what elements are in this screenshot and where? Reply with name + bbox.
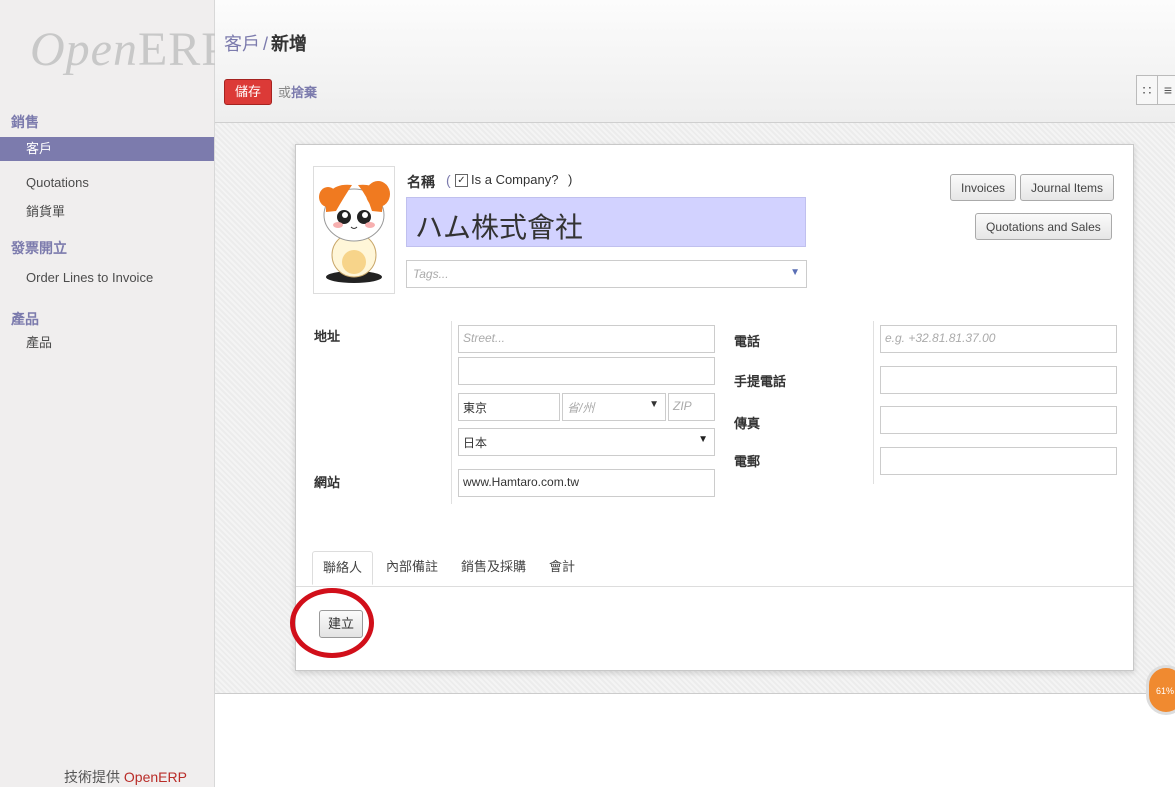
tab-contacts[interactable]: 聯絡人: [312, 551, 374, 585]
sidebar-item-customers[interactable]: 客戶: [0, 137, 214, 161]
kanban-view-button[interactable]: ∷: [1136, 75, 1158, 105]
logo-open-text: Open: [30, 23, 138, 76]
avatar-hamster-image: [319, 181, 390, 283]
right-column-divider: [873, 321, 874, 484]
journal-items-button[interactable]: Journal Items: [1020, 174, 1115, 201]
chevron-down-icon: ▼: [790, 267, 800, 278]
fax-label: 傳真: [734, 416, 761, 431]
sidebar: OpenERP 銷售 客戶 Quotations 銷貨單 發票開立 Order …: [0, 0, 228, 787]
save-button[interactable]: 儲存: [224, 79, 273, 105]
form-sheet: 名稱 ( ✓ Is a Company? ) ハム株式會社 Tags... ▼ …: [290, 144, 1134, 671]
quotations-and-sales-button[interactable]: Quotations and Sales: [975, 213, 1112, 240]
sidebar-section-sales: 銷售: [11, 114, 39, 130]
header: 客戶 / 新增 儲存 或 捨棄 ∷ ≡: [215, 0, 1175, 123]
paren-close: ): [568, 172, 573, 187]
street2-input[interactable]: [458, 357, 715, 385]
mobile-input[interactable]: [880, 366, 1117, 394]
create-button[interactable]: 建立: [319, 610, 364, 638]
email-input[interactable]: [880, 447, 1117, 475]
zip-placeholder: ZIP: [673, 399, 692, 413]
list-icon: ≡: [1163, 82, 1173, 98]
tab-accounting[interactable]: 會計: [539, 551, 585, 585]
breadcrumb-parent[interactable]: 客戶: [224, 34, 260, 54]
sidebar-item-sales-orders[interactable]: 銷貨單: [0, 200, 214, 224]
company-name-input[interactable]: ハム株式會社: [406, 197, 806, 247]
discard-link[interactable]: 捨棄: [291, 82, 317, 101]
powered-by-text: 技術提供: [64, 769, 120, 785]
website-label: 網站: [314, 475, 341, 490]
breadcrumb-separator: /: [263, 34, 269, 54]
country-caret-icon: ▼: [698, 434, 708, 445]
tags-input[interactable]: Tags... ▼: [406, 260, 807, 288]
list-view-button[interactable]: ≡: [1157, 75, 1175, 105]
is-company-label: Is a Company?: [471, 172, 559, 187]
name-label: 名稱: [407, 174, 435, 190]
city-input[interactable]: 東京: [458, 393, 560, 421]
notebook-tabs: 聯絡人 內部備註 銷售及採購 會計: [296, 543, 1133, 587]
powered-by: 技術提供 OpenERP: [64, 767, 187, 787]
mobile-label: 手提電話: [734, 374, 787, 389]
street-input[interactable]: Street...: [458, 325, 715, 353]
breadcrumb: 客戶 / 新增: [224, 30, 307, 56]
website-input[interactable]: www.Hamtaro.com.tw: [458, 469, 715, 497]
sidebar-item-order-lines-to-invoice[interactable]: Order Lines to Invoice: [0, 266, 214, 290]
phone-label: 電話: [734, 334, 761, 349]
country-value: 日本: [463, 436, 488, 450]
sidebar-section-invoicing: 發票開立: [11, 240, 67, 256]
phone-placeholder: e.g. +32.81.81.37.00: [885, 331, 996, 345]
tags-placeholder: Tags...: [413, 267, 449, 281]
or-text: 或: [278, 85, 292, 100]
sidebar-item-products[interactable]: 產品: [0, 331, 214, 355]
street-placeholder: Street...: [463, 331, 506, 345]
invoices-button[interactable]: Invoices: [950, 174, 1017, 201]
avatar[interactable]: [313, 166, 395, 294]
state-placeholder: 省/州: [567, 401, 595, 415]
tab-sales-purchases[interactable]: 銷售及採購: [451, 551, 536, 585]
openerp-logo[interactable]: OpenERP: [30, 22, 229, 77]
left-column-divider: [451, 321, 452, 504]
paren-open: (: [446, 172, 451, 188]
tab-internal-notes[interactable]: 內部備註: [376, 551, 448, 585]
state-select[interactable]: 省/州 ▼: [562, 393, 666, 421]
zip-input[interactable]: ZIP: [668, 393, 715, 421]
fax-input[interactable]: [880, 406, 1117, 434]
sidebar-section-products: 產品: [11, 311, 39, 327]
phone-input[interactable]: e.g. +32.81.81.37.00: [880, 325, 1117, 353]
address-label: 地址: [314, 329, 341, 344]
email-label: 電郵: [734, 454, 761, 469]
sidebar-item-quotations[interactable]: Quotations: [0, 171, 214, 195]
breadcrumb-current: 新增: [271, 34, 308, 54]
country-select[interactable]: 日本 ▼: [458, 428, 715, 456]
state-caret-icon: ▼: [649, 399, 659, 410]
kanban-icon: ∷: [1142, 82, 1152, 98]
progress-badge[interactable]: 61%: [1146, 665, 1175, 715]
is-company-checkbox[interactable]: ✓: [455, 174, 468, 187]
powered-by-link[interactable]: OpenERP: [124, 769, 187, 785]
